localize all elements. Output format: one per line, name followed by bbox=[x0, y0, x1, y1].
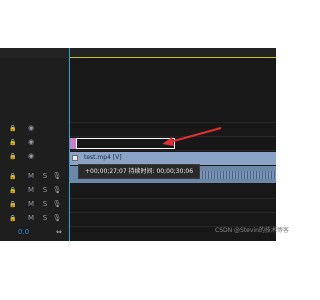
mute-button[interactable]: M bbox=[26, 214, 36, 223]
track-divider bbox=[70, 150, 276, 151]
mute-button[interactable]: M bbox=[26, 172, 36, 181]
track-header-a3: 🔒 M S 🎙 bbox=[0, 198, 70, 212]
lock-icon[interactable]: 🔒 bbox=[8, 172, 18, 181]
track-divider bbox=[70, 198, 276, 199]
timecode-readout: 0.0 bbox=[18, 228, 30, 236]
lock-icon[interactable]: 🔒 bbox=[8, 152, 18, 161]
track-header-a2: 🔒 M S 🎙 bbox=[0, 184, 70, 198]
eye-icon[interactable]: ◉ bbox=[26, 124, 36, 133]
lock-icon[interactable]: 🔒 bbox=[8, 186, 18, 195]
mute-button[interactable]: M bbox=[26, 200, 36, 209]
track-header-v2: 🔒 ◉ bbox=[0, 136, 70, 150]
track-headers: 🔒 ◉ 🔒 ◉ 🔒 ◉ 🔒 M S 🎙 🔒 M S 🎙 🔒 M S 🎙 🔒 M … bbox=[0, 58, 70, 241]
microphone-icon[interactable]: 🎙 bbox=[52, 214, 62, 223]
track-header-v1: 🔒 ◉ bbox=[0, 150, 70, 164]
clip-handle[interactable] bbox=[69, 138, 76, 149]
track-divider bbox=[70, 136, 276, 137]
clip-label: test.mp4 [V] bbox=[84, 154, 122, 161]
eye-icon[interactable]: ◉ bbox=[26, 152, 36, 161]
lock-icon[interactable]: 🔒 bbox=[8, 214, 18, 223]
watermark: CSDN @Stevin的技术博客 bbox=[215, 227, 289, 234]
duration-tooltip: +00;00;27;07 持续时间: 00;00;30;06 bbox=[78, 164, 201, 179]
playhead[interactable] bbox=[69, 48, 70, 241]
solo-button[interactable]: S bbox=[40, 186, 50, 195]
eye-icon[interactable]: ◉ bbox=[26, 138, 36, 147]
lock-icon[interactable]: 🔒 bbox=[8, 124, 18, 133]
microphone-icon[interactable]: 🎙 bbox=[52, 186, 62, 195]
zoom-to-fit-icon[interactable]: ⇔ bbox=[56, 228, 62, 236]
fx-badge-icon bbox=[72, 155, 78, 161]
premiere-timeline-panel: 🔒 ◉ 🔒 ◉ 🔒 ◉ 🔒 M S 🎙 🔒 M S 🎙 🔒 M S 🎙 🔒 M … bbox=[0, 48, 276, 241]
track-header-a4: 🔒 M S 🎙 bbox=[0, 212, 70, 226]
clip-drag-outline[interactable] bbox=[76, 138, 175, 149]
track-header-v3: 🔒 ◉ bbox=[0, 122, 70, 136]
timeline-tracks-area[interactable] bbox=[70, 58, 276, 241]
solo-button[interactable]: S bbox=[40, 214, 50, 223]
solo-button[interactable]: S bbox=[40, 172, 50, 181]
lock-icon[interactable]: 🔒 bbox=[8, 138, 18, 147]
mute-button[interactable]: M bbox=[26, 186, 36, 195]
microphone-icon[interactable]: 🎙 bbox=[52, 172, 62, 181]
solo-button[interactable]: S bbox=[40, 200, 50, 209]
microphone-icon[interactable]: 🎙 bbox=[52, 200, 62, 209]
track-header-a1: 🔒 M S 🎙 bbox=[0, 170, 70, 184]
track-divider bbox=[70, 212, 276, 213]
lock-icon[interactable]: 🔒 bbox=[8, 200, 18, 209]
track-divider bbox=[70, 122, 276, 123]
